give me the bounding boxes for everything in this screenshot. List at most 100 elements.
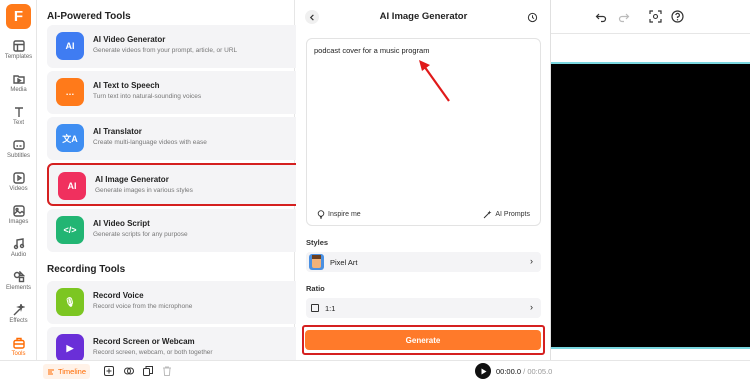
tool-card-ai-translator[interactable]: 文A AI Translator Create multi-language vid… (47, 117, 319, 160)
tool-description: Record voice from the microphone (93, 303, 193, 310)
red-arrow-annotation (419, 60, 450, 102)
images-icon (12, 205, 25, 217)
rail-item-elements[interactable]: Elements (0, 271, 37, 301)
videos-icon (12, 172, 25, 184)
chevron-right-icon: › (530, 302, 533, 312)
rail-label: Text (12, 120, 24, 126)
timeline-bar: Timeline 00:00.0 / 00:05.0 (0, 360, 750, 381)
timeline-icon (47, 369, 54, 374)
tool-title: Record Screen or Webcam (93, 337, 195, 346)
video-script-icon: </> (56, 216, 84, 244)
styles-label: Styles (306, 238, 329, 247)
ratio-selector[interactable]: 1:1 › (306, 298, 541, 318)
history-icon (527, 12, 537, 22)
prompt-text: podcast cover for a music program (314, 46, 430, 55)
audio-icon (13, 238, 24, 250)
rail-label: Videos (9, 186, 28, 192)
time-display: 00:00.0 / 00:05.0 (496, 367, 552, 376)
lightbulb-icon (317, 210, 325, 219)
style-selector[interactable]: Pixel Art › (306, 252, 541, 272)
ai-video-icon: AI (56, 32, 84, 60)
prompt-textarea[interactable]: podcast cover for a music program Inspir… (306, 38, 541, 226)
current-time: 00:00.0 (496, 367, 522, 376)
rail-label: Templates (4, 54, 33, 60)
pixel-art-thumbnail (309, 254, 324, 270)
rail-item-videos[interactable]: Videos (0, 172, 37, 202)
delete-icon[interactable] (162, 366, 172, 376)
ai-prompts-button[interactable]: AI Prompts (483, 210, 530, 219)
time-separator: / (523, 367, 526, 376)
duplicate-icon[interactable] (143, 366, 153, 376)
magic-wand-icon (484, 210, 492, 219)
ai-image-generator-panel: AI Image Generator podcast cover for a m… (296, 0, 551, 360)
tools-panel: AI-Powered Tools AI AI Video Generator Gen… (37, 0, 319, 370)
tool-card-ai-video-script[interactable]: </> AI Video Script Generate scripts for a… (47, 209, 319, 252)
tool-title: AI Video Generator (93, 35, 166, 44)
inspire-me-label: Inspire me (328, 211, 361, 218)
help-icon[interactable] (671, 10, 684, 23)
media-icon (12, 75, 25, 84)
ratio-label: Ratio (306, 284, 325, 293)
effects-icon (13, 304, 25, 316)
tool-title: AI Text to Speech (93, 81, 160, 90)
split-icon[interactable] (124, 366, 134, 376)
microphone-icon: 🎙 (56, 288, 84, 316)
generate-button[interactable]: Generate (305, 330, 541, 350)
subtitles-icon (12, 140, 25, 150)
rail-item-images[interactable]: Images (0, 205, 37, 235)
tool-description: Generate videos from your prompt, articl… (93, 47, 238, 54)
tool-card-ai-text-to-speech[interactable]: … AI Text to Speech Turn text into natural… (47, 71, 319, 114)
tool-description: Record screen, webcam, or both together (93, 349, 213, 356)
tool-title: Record Voice (93, 291, 144, 300)
recording-tools-heading: Recording Tools (47, 264, 126, 275)
left-rail: F Templates Media Text Subtitles Videos Image… (0, 0, 37, 360)
redo-icon[interactable] (618, 11, 630, 23)
tool-card-record-voice[interactable]: 🎙 Record Voice Record voice from the micro… (47, 281, 319, 324)
rail-item-subtitles[interactable]: Subtitles (0, 139, 37, 169)
tools-icon (12, 337, 25, 349)
rail-item-templates[interactable]: Templates (0, 40, 37, 70)
tool-description: Turn text into natural-sounding voices (93, 93, 202, 100)
inspire-me-button[interactable]: Inspire me (317, 210, 361, 219)
rail-item-media[interactable]: Media (0, 73, 37, 103)
app-logo[interactable]: F (6, 4, 31, 29)
translator-icon: 文A (56, 124, 84, 152)
square-ratio-icon (311, 304, 319, 312)
rail-label: Elements (5, 285, 31, 291)
tool-title: AI Video Script (93, 219, 150, 228)
ai-prompts-label: AI Prompts (495, 211, 530, 218)
templates-icon (12, 40, 25, 52)
tool-card-ai-image-generator[interactable]: AI AI Image Generator Generate images in v… (47, 163, 319, 206)
screenshot-icon[interactable] (649, 10, 662, 23)
tool-card-ai-video-generator[interactable]: AI AI Video Generator Generate videos from… (47, 25, 319, 68)
rail-label: Audio (10, 252, 27, 258)
rail-label: Subtitles (6, 153, 30, 159)
history-button[interactable] (525, 10, 539, 24)
rail-label: Tools (11, 351, 26, 357)
ai-tools-heading: AI-Powered Tools (47, 11, 131, 22)
video-canvas[interactable] (551, 62, 750, 349)
tool-description: Generate images in various styles (95, 187, 193, 194)
add-icon[interactable] (104, 366, 114, 376)
screen-record-icon: ▶ (56, 334, 84, 362)
tool-title: AI Image Generator (95, 175, 169, 184)
tool-description: Generate scripts for any purpose (93, 231, 188, 238)
rail-label: Media (10, 87, 27, 93)
preview-area (551, 0, 750, 360)
text-to-speech-icon: … (56, 78, 84, 106)
tool-title: AI Translator (93, 127, 142, 136)
undo-icon[interactable] (595, 11, 607, 23)
rail-item-audio[interactable]: Audio (0, 238, 37, 268)
elements-icon (13, 271, 25, 283)
rail-label: Effects (9, 318, 28, 324)
timeline-label: Timeline (57, 367, 87, 376)
image-generator-icon: AI (58, 172, 86, 200)
rail-item-effects[interactable]: Effects (0, 304, 37, 334)
ratio-value: 1:1 (325, 304, 336, 313)
timeline-tab[interactable]: Timeline (43, 364, 90, 379)
style-value: Pixel Art (330, 258, 358, 267)
panel-title: AI Image Generator (379, 11, 468, 22)
tool-description: Create multi-language videos with ease (93, 139, 207, 146)
play-button[interactable] (475, 363, 491, 379)
rail-item-text[interactable]: Text (0, 106, 37, 136)
